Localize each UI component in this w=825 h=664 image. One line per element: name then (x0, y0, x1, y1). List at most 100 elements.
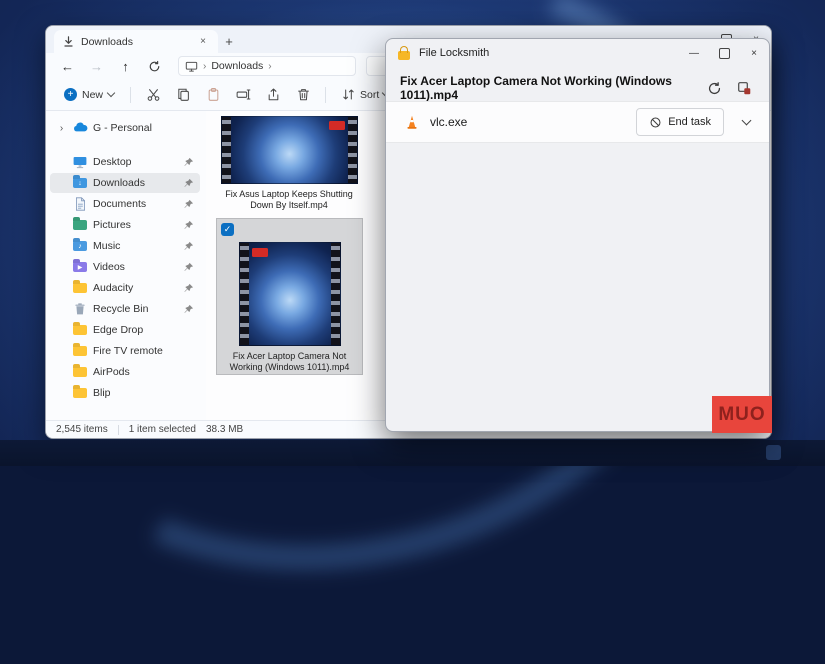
pin-icon (183, 178, 194, 189)
new-tab-button[interactable]: + (218, 31, 240, 51)
sidebar-item-onedrive[interactable]: › G - Personal (50, 118, 200, 138)
film-strip (348, 117, 357, 183)
folder-icon (73, 325, 87, 335)
recycle-bin-icon (72, 301, 88, 317)
reload-button[interactable] (703, 77, 725, 99)
new-button[interactable]: + New (56, 83, 122, 107)
lock-icon (398, 51, 410, 60)
scissors-icon (146, 87, 161, 102)
folder-icon (73, 283, 87, 293)
share-icon (266, 87, 281, 102)
paste-button[interactable] (199, 83, 227, 107)
expand-process-button[interactable] (737, 113, 755, 131)
pin-icon (183, 283, 194, 294)
address-bar[interactable]: › Downloads › (178, 56, 356, 76)
sidebar-item-label: Audacity (93, 282, 133, 294)
sidebar-item-edge-drop[interactable]: Edge Drop (50, 320, 200, 340)
sidebar-item-fire-tv-remote[interactable]: Fire TV remote (50, 341, 200, 361)
up-button[interactable]: ↑ (112, 55, 139, 77)
back-button[interactable]: ← (54, 55, 81, 77)
breadcrumb-separator: › (203, 61, 206, 72)
sidebar-item-videos[interactable]: ▶ Videos (50, 257, 200, 277)
restart-as-admin-button[interactable] (733, 77, 755, 99)
sidebar-item-audacity[interactable]: Audacity (50, 278, 200, 298)
sidebar-item-pictures[interactable]: Pictures (50, 215, 200, 235)
delete-button[interactable] (289, 83, 317, 107)
locked-file-name: Fix Acer Laptop Camera Not Working (Wind… (400, 74, 695, 102)
sidebar-item-desktop[interactable]: Desktop (50, 152, 200, 172)
selection-size: 38.3 MB (206, 424, 243, 435)
dialog-title: File Locksmith (419, 47, 489, 59)
pin-icon (183, 220, 194, 231)
copy-button[interactable] (169, 83, 197, 107)
sidebar-item-documents[interactable]: Documents (50, 194, 200, 214)
forward-button[interactable]: → (83, 55, 110, 77)
sidebar-item-label: Pictures (93, 219, 131, 231)
file-locksmith-window: File Locksmith — × Fix Acer Laptop Camer… (385, 38, 770, 432)
play-glyph: ▶ (73, 262, 87, 272)
sidebar-item-music[interactable]: ♪ Music (50, 236, 200, 256)
sort-button-label: Sort (360, 89, 379, 101)
end-task-label: End task (668, 116, 711, 128)
new-button-label: New (82, 89, 103, 101)
tab-downloads[interactable]: Downloads × (54, 30, 218, 53)
tab-close-button[interactable]: × (196, 35, 210, 49)
cut-button[interactable] (139, 83, 167, 107)
rename-button[interactable] (229, 83, 257, 107)
plus-icon: + (64, 88, 77, 101)
folder-icon (73, 367, 87, 377)
end-task-button[interactable]: End task (636, 108, 724, 136)
refresh-icon (148, 60, 161, 73)
selection-checkbox[interactable]: ✓ (221, 223, 234, 236)
sidebar-item-airpods[interactable]: AirPods (50, 362, 200, 382)
dialog-title-bar: File Locksmith — × (386, 39, 769, 67)
sidebar-item-label: Documents (93, 198, 146, 210)
pin-icon (183, 157, 194, 168)
sidebar-item-label: AirPods (93, 366, 130, 378)
taskbar (0, 440, 825, 466)
sidebar-item-label: G - Personal (93, 122, 152, 134)
sidebar-item-blip[interactable]: Blip (50, 383, 200, 403)
dialog-close-button[interactable]: × (739, 39, 769, 67)
vlc-icon (404, 114, 420, 130)
pin-icon (183, 304, 194, 315)
onedrive-cloud-icon (72, 120, 88, 136)
sidebar-item-downloads[interactable]: ↓ Downloads (50, 173, 200, 193)
film-strip (240, 243, 249, 345)
pin-icon (183, 241, 194, 252)
sidebar-item-recycle-bin[interactable]: Recycle Bin (50, 299, 200, 319)
dialog-maximize-button[interactable] (709, 39, 739, 67)
documents-icon (72, 196, 88, 212)
muo-watermark-text: MUO (718, 404, 765, 426)
file-item-asus-video[interactable]: Fix Asus Laptop Keeps Shutting Down By I… (214, 116, 364, 211)
chevron-down-icon (107, 89, 115, 97)
pin-icon (183, 199, 194, 210)
tray-icon[interactable] (766, 445, 781, 460)
file-name: Fix Asus Laptop Keeps Shutting Down By I… (214, 189, 364, 211)
sidebar-item-label: Videos (93, 261, 125, 273)
restart-as-admin-icon (737, 81, 752, 96)
expand-chevron-icon[interactable]: › (56, 123, 67, 134)
sidebar-item-label: Desktop (93, 156, 132, 168)
dialog-header: Fix Acer Laptop Camera Not Working (Wind… (386, 67, 769, 102)
share-button[interactable] (259, 83, 287, 107)
dialog-window-controls: — × (679, 39, 769, 67)
explorer-sidebar: › G - Personal Deskto (46, 111, 206, 420)
video-thumbnail (239, 242, 341, 346)
downloads-tab-icon (62, 35, 75, 48)
videos-folder-icon: ▶ (73, 262, 87, 272)
refresh-button[interactable] (141, 55, 168, 77)
clipboard-paste-icon (206, 87, 221, 102)
chevron-down-icon (741, 116, 751, 126)
dialog-minimize-button[interactable]: — (679, 39, 709, 67)
pin-icon (183, 262, 194, 273)
copy-icon (176, 87, 191, 102)
breadcrumb-downloads[interactable]: Downloads (211, 60, 263, 72)
rename-icon (236, 87, 251, 102)
film-strip (222, 117, 231, 183)
sidebar-item-label: Fire TV remote (93, 345, 163, 357)
process-row[interactable]: vlc.exe End task (386, 101, 769, 143)
file-item-acer-video-selected[interactable]: ✓ Fix Acer Laptop Camera Not Working (Wi… (216, 218, 363, 375)
selection-count: 1 item selected (129, 424, 196, 435)
process-name: vlc.exe (430, 115, 467, 129)
